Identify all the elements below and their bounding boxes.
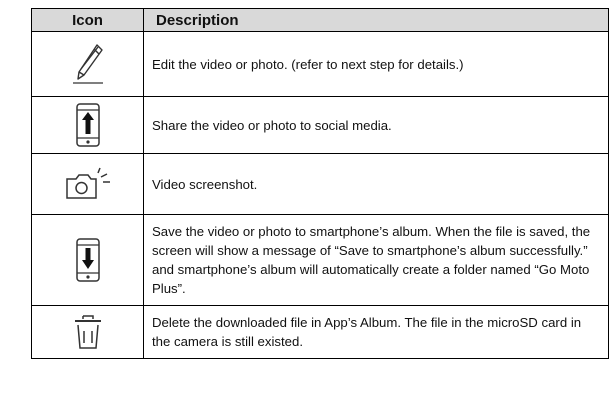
- header-icon: Icon: [31, 8, 144, 32]
- header-row: Icon Description: [31, 8, 609, 32]
- table-row: Edit the video or photo. (refer to next …: [31, 31, 609, 97]
- description-cell: Edit the video or photo. (refer to next …: [143, 31, 609, 97]
- icon-cell: [31, 305, 144, 359]
- description-cell: Delete the downloaded file in App’s Albu…: [143, 305, 609, 359]
- description-cell: Video screenshot.: [143, 153, 609, 215]
- table-row: Share the video or photo to social media…: [31, 96, 609, 154]
- description-cell: Save the video or photo to smartphone’s …: [143, 214, 609, 306]
- save-to-phone-icon: [75, 237, 101, 283]
- table-row: Video screenshot.: [31, 153, 609, 215]
- camera-screenshot-icon: [64, 167, 112, 201]
- description-cell: Share the video or photo to social media…: [143, 96, 609, 154]
- icon-cell: [31, 214, 144, 306]
- header-description: Description: [143, 8, 609, 32]
- share-phone-icon: [75, 102, 101, 148]
- icon-cell: [31, 153, 144, 215]
- icon-cell: [31, 96, 144, 154]
- table-row: Delete the downloaded file in App’s Albu…: [31, 305, 609, 359]
- icon-description-table: Icon Description Edit the video or photo…: [31, 8, 609, 359]
- edit-pencil-icon: [71, 42, 105, 86]
- trash-delete-icon: [73, 313, 103, 351]
- table-row: Save the video or photo to smartphone’s …: [31, 214, 609, 306]
- icon-cell: [31, 31, 144, 97]
